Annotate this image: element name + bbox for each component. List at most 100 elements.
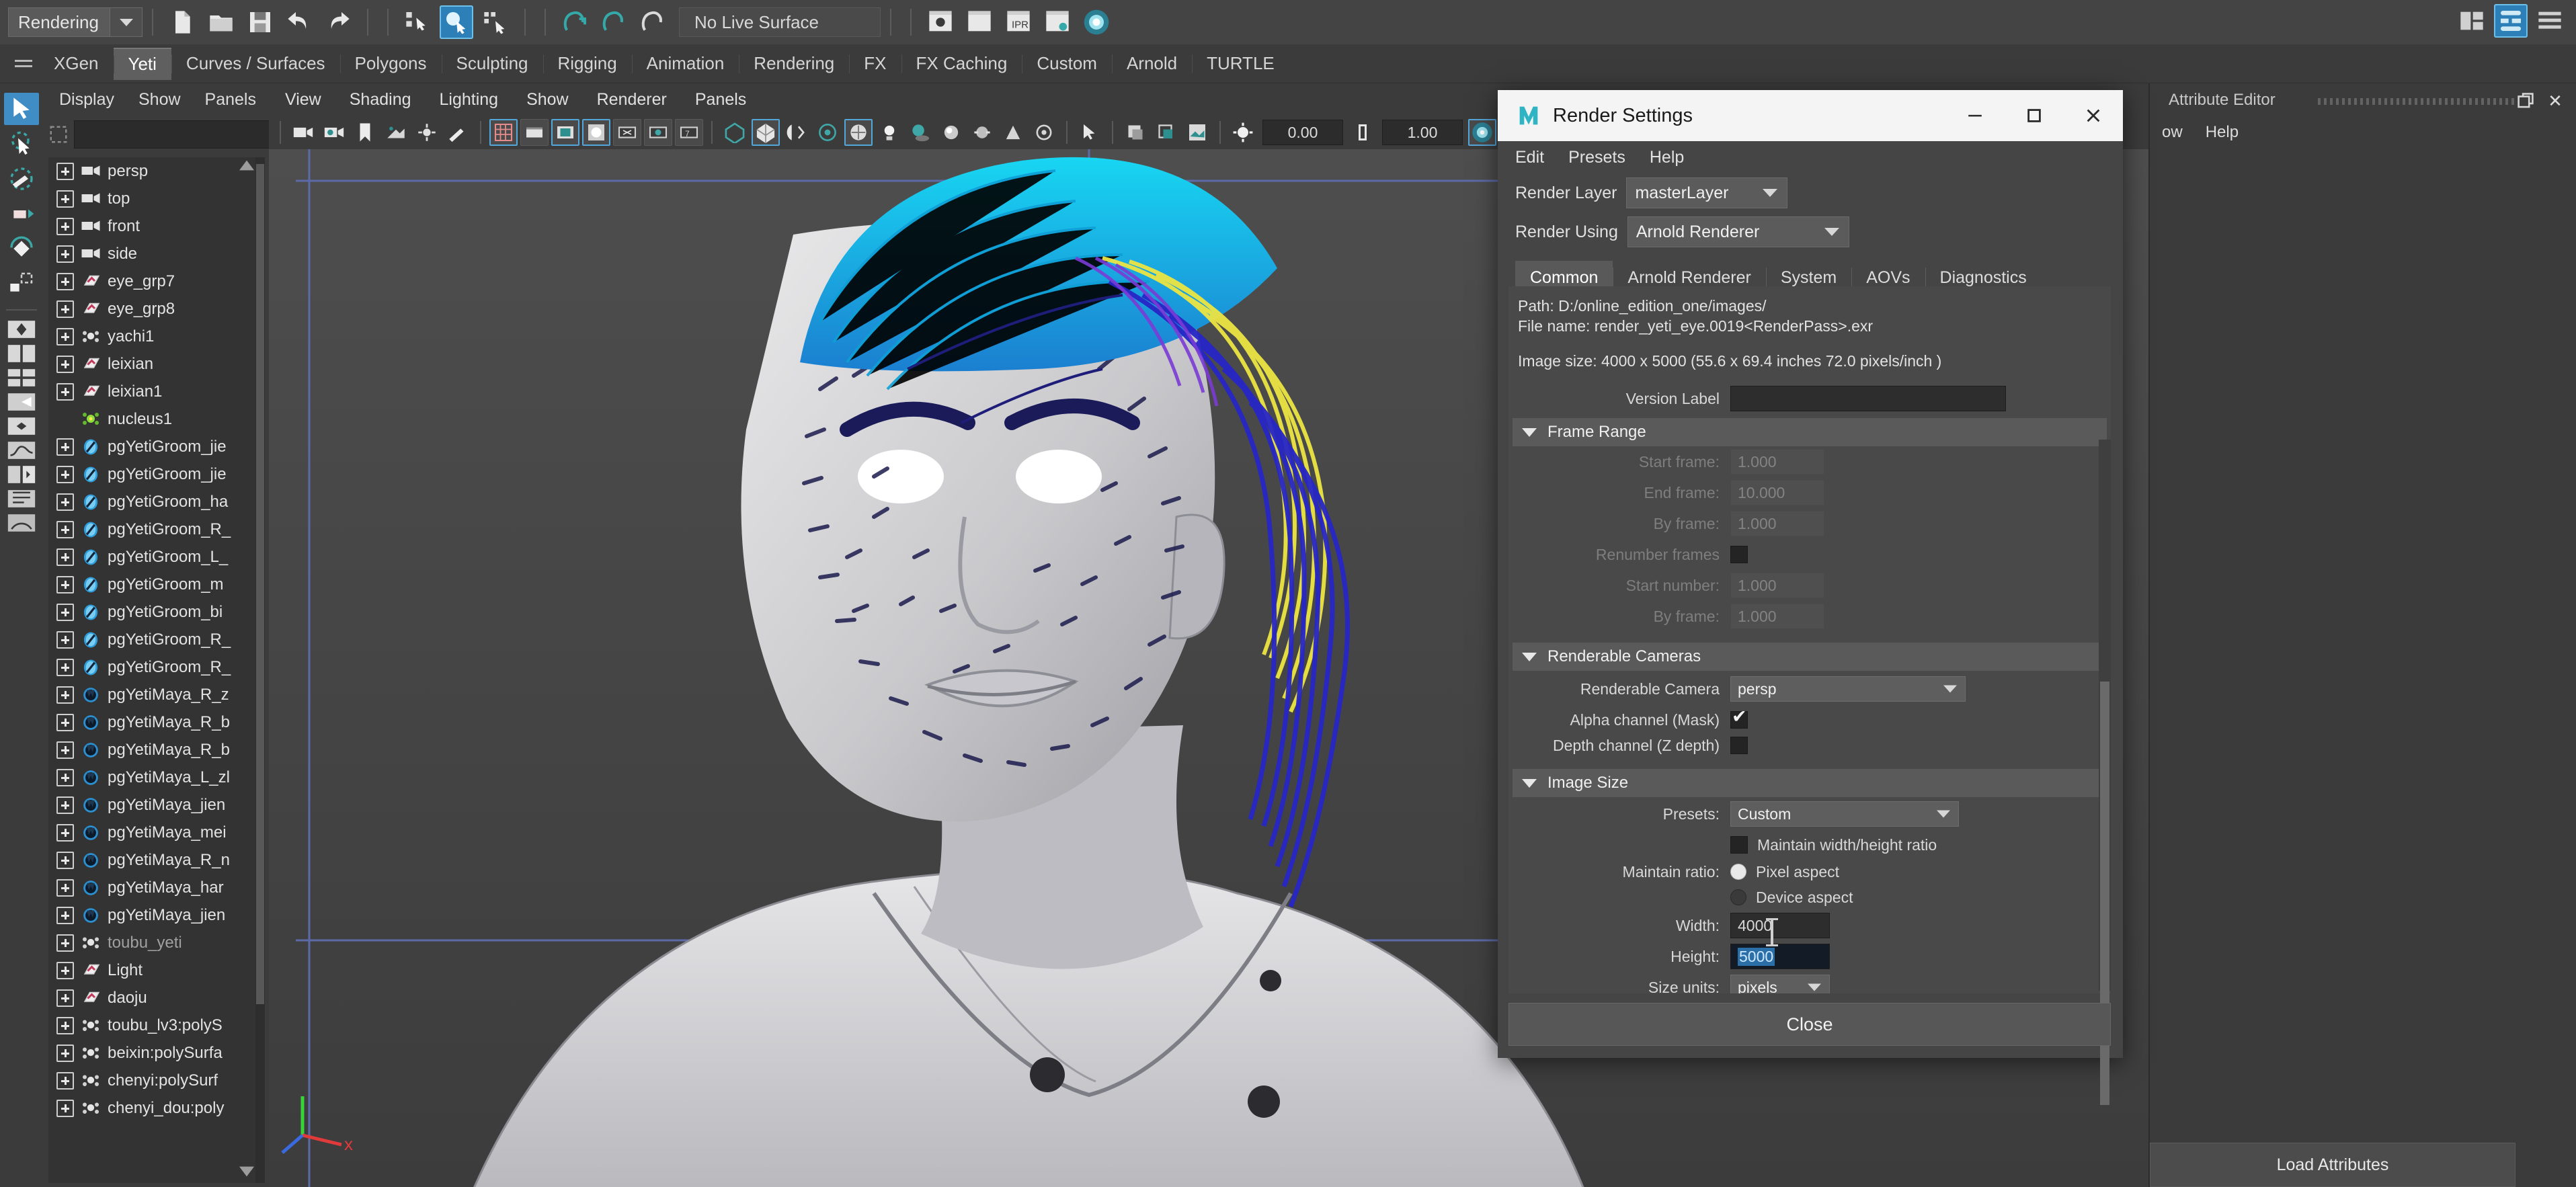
open-scene-icon[interactable] — [204, 5, 238, 39]
outliner-item-pgyetigroom-r-[interactable]: pgYetiGroom_R_ — [48, 626, 257, 653]
image-plane-icon[interactable] — [382, 119, 410, 146]
quick-layout-graph-editor-icon[interactable] — [4, 438, 39, 462]
expand-toggle-icon[interactable] — [56, 162, 74, 180]
shelf-tab-rigging[interactable]: Rigging — [542, 48, 632, 80]
shelf-tab-sculpting[interactable]: Sculpting — [441, 48, 543, 80]
viewport-menu-view[interactable]: View — [285, 90, 321, 110]
outliner-list[interactable]: persp top front side eye_grp7 eye_grp8 yachi1 l… — [48, 157, 257, 1183]
screen-space-ao-icon[interactable] — [937, 119, 965, 146]
expand-toggle-icon[interactable] — [56, 603, 74, 621]
select-by-component-type-icon[interactable] — [479, 5, 512, 39]
outliner-item-pgyetigroom-r-[interactable]: pgYetiGroom_R_ — [48, 516, 257, 543]
two-d-pan-zoom-icon[interactable] — [413, 119, 441, 146]
outliner-item-leixian[interactable]: leixian — [48, 350, 257, 378]
shelf-tab-yeti[interactable]: Yeti — [113, 47, 171, 80]
film-gate-icon[interactable] — [520, 119, 549, 146]
scroll-up-icon[interactable] — [239, 160, 254, 174]
section-header-renderable-cameras[interactable]: Renderable Cameras — [1513, 643, 2107, 671]
expand-toggle-icon[interactable] — [56, 823, 74, 842]
expand-toggle-icon[interactable] — [56, 217, 74, 235]
attribute-editor-menu-show[interactable]: ow — [2162, 123, 2183, 142]
alpha-channel-checkbox[interactable] — [1730, 706, 1748, 729]
maintain-width-height-ratio-checkbox[interactable] — [1730, 836, 1748, 854]
chevron-down-icon[interactable] — [110, 8, 142, 36]
channel-box-toggle-icon[interactable] — [2494, 4, 2528, 38]
expand-toggle-icon[interactable] — [56, 1071, 74, 1090]
outliner-item-yachi1[interactable]: yachi1 — [48, 323, 257, 350]
undo-icon[interactable] — [282, 5, 316, 39]
expand-toggle-icon[interactable] — [56, 989, 74, 1007]
move-tool-icon[interactable] — [4, 198, 39, 230]
outliner-item-light[interactable]: Light — [48, 956, 257, 984]
expand-toggle-icon[interactable] — [56, 438, 74, 456]
shelf-tab-fx-caching[interactable]: FX Caching — [901, 48, 1022, 80]
quick-layout-all-icon[interactable] — [4, 317, 39, 341]
load-attributes-button[interactable]: Load Attributes — [2150, 1143, 2515, 1187]
depth-of-field-icon[interactable] — [1030, 119, 1058, 146]
outliner-menu-panels[interactable]: Panels — [205, 90, 256, 110]
pixel-aspect-radio[interactable] — [1730, 864, 1746, 880]
shelf-tab-xgen[interactable]: XGen — [39, 48, 114, 80]
presets-dropdown[interactable]: Custom — [1730, 801, 1959, 827]
render-settings-icon[interactable] — [1041, 5, 1074, 39]
expand-toggle-icon[interactable] — [56, 1016, 74, 1034]
expand-toggle-icon[interactable] — [56, 934, 74, 952]
minimize-icon[interactable] — [1945, 90, 2005, 141]
expand-toggle-icon[interactable] — [56, 686, 74, 704]
expand-toggle-icon[interactable] — [56, 272, 74, 290]
expand-toggle-icon[interactable] — [56, 382, 74, 401]
paint-select-tool-icon[interactable] — [4, 163, 39, 195]
redo-icon[interactable] — [321, 5, 355, 39]
view-transform-icon[interactable] — [1152, 119, 1180, 146]
scrollbar-thumb[interactable] — [256, 164, 264, 1004]
use-all-lights-icon[interactable] — [875, 119, 903, 146]
dialog-menu-edit[interactable]: Edit — [1515, 148, 1544, 167]
expand-toggle-icon[interactable] — [56, 630, 74, 649]
outliner-item-chenyi-polysurf[interactable]: chenyi:polySurf — [48, 1067, 257, 1094]
gate-mask-icon[interactable] — [582, 119, 610, 146]
outliner-item-side[interactable]: side — [48, 240, 257, 268]
attribute-editor-menu-help[interactable]: Help — [2206, 123, 2239, 142]
expand-toggle-icon[interactable] — [56, 327, 74, 345]
render-current-frame-icon[interactable] — [924, 5, 957, 39]
outliner-item-pgyetimaya-r-z[interactable]: pgYetiMaya_R_z — [48, 681, 257, 708]
expand-toggle-icon[interactable] — [56, 878, 74, 897]
close-icon[interactable]: ✕ — [2544, 90, 2567, 112]
dialog-title-bar[interactable]: Render Settings — [1498, 90, 2123, 141]
expand-toggle-icon[interactable] — [56, 796, 74, 814]
outliner-item-pgyetimaya-mei[interactable]: pgYetiMaya_mei — [48, 819, 257, 846]
outliner-item-persp[interactable]: persp — [48, 157, 257, 185]
outliner-scrollbar[interactable] — [255, 157, 265, 1183]
snap-to-curve-icon[interactable] — [597, 5, 631, 39]
live-surface-field[interactable]: No Live Surface — [679, 7, 881, 37]
gamma-value-field[interactable]: 1.00 — [1382, 120, 1463, 145]
quick-layout-outliner-persp-icon[interactable] — [4, 487, 39, 511]
shelf-tab-animation[interactable]: Animation — [631, 48, 739, 80]
render-layer-dropdown[interactable]: masterLayer — [1626, 177, 1788, 208]
workspace-layout-icon[interactable] — [2455, 4, 2489, 38]
search-input[interactable] — [74, 120, 282, 149]
outliner-item-pgyetimaya-har[interactable]: pgYetiMaya_har — [48, 874, 257, 901]
outliner-item-pgyetigroom-m[interactable]: pgYetiGroom_m — [48, 571, 257, 598]
wireframe-shading-icon[interactable] — [721, 119, 749, 146]
shelf-menu-icon[interactable] — [8, 50, 39, 77]
outliner-menu-display[interactable]: Display — [59, 90, 114, 110]
quick-layout-four-icon[interactable] — [4, 366, 39, 390]
quick-layout-persp-outliner-icon[interactable] — [4, 390, 39, 414]
render-settings-dialog[interactable]: Render Settings Edit Presets Help Render… — [1498, 90, 2123, 1105]
select-camera-icon[interactable] — [289, 119, 317, 146]
grease-pencil-icon[interactable] — [444, 119, 472, 146]
snap-to-grid-icon[interactable] — [558, 5, 592, 39]
expand-toggle-icon[interactable] — [56, 906, 74, 924]
outliner-item-pgyetigroom-r-[interactable]: pgYetiGroom_R_ — [48, 653, 257, 681]
expand-toggle-icon[interactable] — [56, 713, 74, 731]
expand-toggle-icon[interactable] — [56, 493, 74, 511]
shelf-tab-custom[interactable]: Custom — [1022, 48, 1112, 80]
renderable-camera-dropdown[interactable]: persp — [1730, 676, 1966, 702]
outliner-item-pgyetimaya-r-b[interactable]: pgYetiMaya_R_b — [48, 708, 257, 736]
version-label-input[interactable] — [1730, 386, 2006, 411]
resolution-gate-icon[interactable] — [551, 119, 579, 146]
expand-toggle-icon[interactable] — [56, 851, 74, 869]
outliner-item-chenyi-dou-poly[interactable]: chenyi_dou:poly — [48, 1094, 257, 1122]
arnold-render-view-icon[interactable] — [1080, 5, 1113, 39]
